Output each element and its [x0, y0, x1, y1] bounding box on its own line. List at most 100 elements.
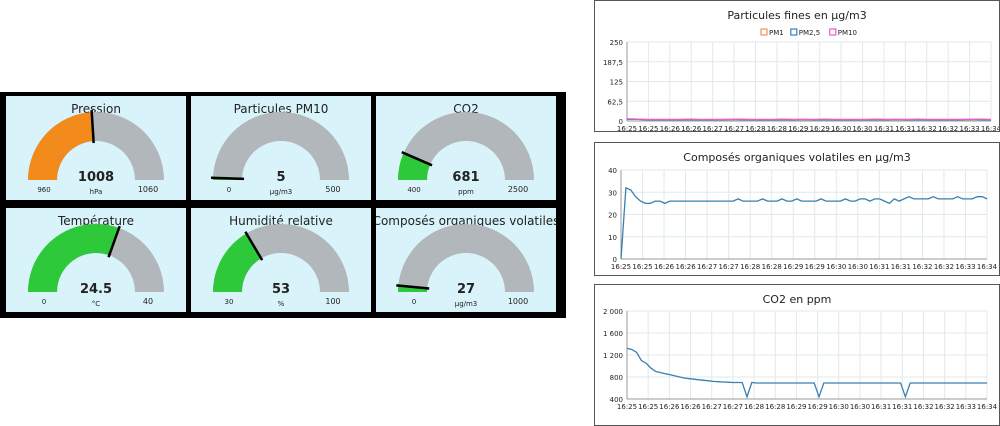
gauge-unit: µg/m3: [270, 188, 293, 196]
gauge-max: 40: [143, 297, 153, 306]
gauge-card: Particules PM10 5 µg/m3 0 500: [191, 96, 371, 200]
y-tick-label: 2 000: [603, 308, 623, 316]
legend-swatch: [790, 28, 798, 36]
x-tick-label: 16:33: [956, 403, 976, 411]
legend-swatch: [760, 28, 768, 36]
y-tick-label: 125: [610, 79, 623, 87]
x-tick-label: 16:25: [611, 263, 631, 271]
gauge-max: 2500: [508, 185, 528, 194]
x-tick-label: 16:29: [807, 403, 827, 411]
x-tick-label: 16:32: [913, 403, 933, 411]
gauge-max: 500: [325, 185, 340, 194]
x-tick-label: 16:30: [831, 125, 851, 131]
gauge-card: CO2 681 ppm 400 2500: [376, 96, 556, 200]
gauge-value: 1008: [78, 170, 114, 185]
x-tick-label: 16:33: [959, 125, 979, 131]
gauge-card: Composés organiques volatiles 27 µg/m3 0 100…: [376, 208, 556, 312]
y-tick-label: 62,5: [607, 98, 623, 106]
gauge-min: 0: [227, 186, 231, 194]
x-tick-label: 16:26: [680, 403, 701, 411]
series-line: [626, 118, 992, 121]
gauge-unit: µg/m3: [455, 300, 478, 308]
chart-card: CO2 en ppm 400 800 1 200 1 600 2 000 16:25 16:2…: [594, 284, 1000, 426]
x-tick-label: 16:27: [719, 263, 739, 271]
x-tick-label: 16:25: [638, 125, 658, 131]
x-tick-label: 16:28: [745, 125, 765, 131]
chart-panel: Particules fines en µg/m3 0 62,5 125 187,5 25…: [594, 0, 1000, 426]
gauge-unit: %: [278, 300, 285, 308]
gauge-min: 400: [407, 186, 420, 194]
y-tick-label: 10: [608, 234, 617, 242]
chart-svg: Composés organiques volatiles en µg/m301…: [608, 151, 998, 271]
x-tick-label: 16:27: [723, 403, 743, 411]
x-tick-label: 16:28: [744, 403, 764, 411]
x-tick-label: 16:28: [762, 263, 782, 271]
gauge-card: Température 24.5 °C 0 40: [6, 208, 186, 312]
gauge-card: Pression 1008 hPa 960 1060: [6, 96, 186, 200]
x-tick-label: 16:29: [805, 263, 825, 271]
y-tick-label: 800: [610, 374, 623, 382]
x-tick-label: 16:28: [740, 263, 760, 271]
x-tick-label: 16:27: [703, 125, 723, 131]
gauge-min: 30: [225, 298, 234, 306]
x-tick-label: 16:28: [765, 403, 785, 411]
x-tick-label: 16:33: [955, 263, 975, 271]
y-tick-label: 1 600: [603, 330, 623, 338]
x-tick-label: 16:34: [977, 263, 998, 271]
gauge-panel: Pression 1008 hPa 960 1060 Particules PM10 5 µg…: [0, 92, 566, 318]
gauge-value: 24.5: [80, 282, 112, 297]
x-tick-label: 16:30: [829, 403, 849, 411]
x-tick-label: 16:30: [848, 263, 868, 271]
x-tick-label: 16:27: [702, 403, 722, 411]
x-tick-label: 16:32: [934, 263, 954, 271]
x-tick-label: 16:30: [826, 263, 846, 271]
y-tick-label: 30: [608, 189, 617, 197]
x-tick-label: 16:29: [783, 263, 803, 271]
x-tick-label: 16:29: [810, 125, 830, 131]
x-tick-label: 16:31: [891, 263, 911, 271]
gauge-value: 27: [457, 282, 475, 297]
x-tick-label: 16:31: [895, 125, 915, 131]
y-tick-label: 187,5: [603, 59, 623, 67]
gauge-svg: CO2681ppm400 2500: [398, 102, 534, 196]
y-tick-label: 1 200: [603, 352, 623, 360]
x-tick-label: 16:31: [871, 403, 891, 411]
gauge-svg: Composés organiques volatiles27µg/m30 100…: [376, 214, 556, 308]
gauge-needle: [210, 176, 245, 181]
x-tick-label: 16:26: [654, 263, 675, 271]
x-tick-label: 16:27: [697, 263, 717, 271]
chart-card: Particules fines en µg/m3 0 62,5 125 187,5 25…: [594, 0, 1000, 132]
gauge-max: 100: [325, 297, 340, 306]
x-tick-label: 16:26: [681, 125, 702, 131]
x-tick-label: 16:26: [660, 125, 681, 131]
x-tick-label: 16:34: [981, 125, 999, 131]
gauge-value: 681: [452, 170, 479, 185]
gauge-unit: °C: [92, 300, 101, 308]
x-tick-label: 16:34: [977, 403, 998, 411]
gauge-unit: hPa: [90, 188, 103, 196]
legend-label: PM1: [769, 29, 784, 37]
gauge-min: 960: [37, 186, 50, 194]
y-tick-label: 40: [608, 167, 617, 175]
gauge-max: 1000: [508, 297, 528, 306]
y-tick-label: 20: [608, 212, 617, 220]
x-tick-label: 16:30: [850, 403, 870, 411]
legend-swatch: [829, 28, 837, 36]
chart-svg: Particules fines en µg/m3062,5125187,525…: [603, 9, 999, 131]
gauge-card: Humidité relative 53% 30 100: [191, 208, 371, 312]
x-tick-label: 16:28: [767, 125, 787, 131]
x-tick-label: 16:32: [935, 403, 955, 411]
chart-title: Composés organiques volatiles en µg/m3: [683, 151, 910, 164]
chart-svg: CO2 en ppm4008001 2001 6002 00016:25 16:2…: [603, 293, 998, 411]
gauge-svg: Température24.5°C0 40: [28, 214, 164, 308]
x-tick-label: 16:31: [869, 263, 889, 271]
x-tick-label: 16:26: [659, 403, 680, 411]
y-tick-label: 250: [610, 39, 623, 47]
x-tick-label: 16:30: [852, 125, 872, 131]
chart-card: Composés organiques volatiles en µg/m3 0 1…: [594, 142, 1000, 276]
x-tick-label: 16:25: [632, 263, 652, 271]
gauge-value: 5: [276, 170, 285, 185]
gauge-svg: Particules PM105µg/m30 500: [210, 102, 349, 196]
chart-title: CO2 en ppm: [763, 293, 832, 306]
x-tick-label: 16:25: [617, 403, 637, 411]
